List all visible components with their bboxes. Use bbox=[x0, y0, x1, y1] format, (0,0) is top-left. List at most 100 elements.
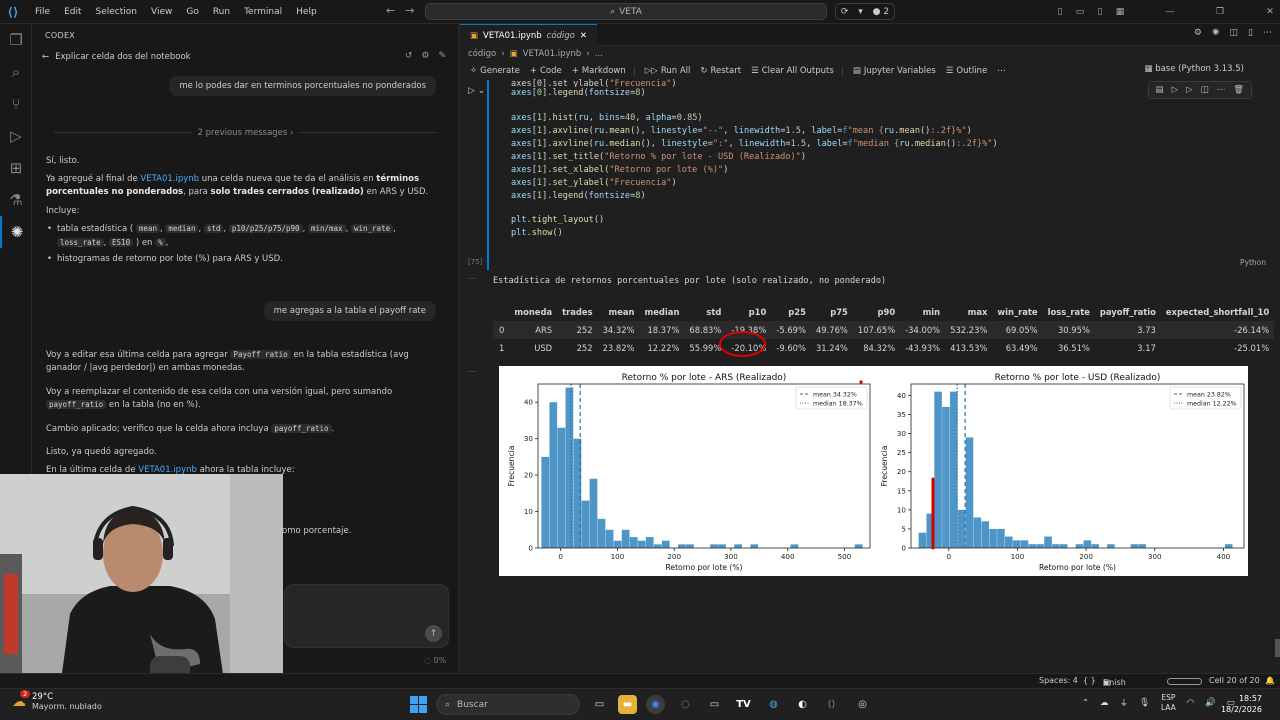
run-debug-icon[interactable]: ▷ bbox=[0, 120, 32, 152]
output-actions-icon[interactable]: ⋯ bbox=[468, 367, 476, 376]
file-explorer-icon[interactable]: ▬ bbox=[618, 695, 637, 714]
weather-widget[interactable]: ☁ 2 29°C Mayorm. nublado bbox=[12, 690, 102, 711]
tab-veta01[interactable]: ▣ VETA01.ipynb código ✕ bbox=[460, 24, 598, 46]
add-markdown-button[interactable]: + Markdown bbox=[572, 66, 626, 76]
send-button[interactable]: ↑ bbox=[425, 625, 442, 642]
task-view-icon[interactable]: ▭ bbox=[590, 695, 609, 714]
breadcrumb-folder[interactable]: código bbox=[468, 49, 496, 59]
menu-help[interactable]: Help bbox=[289, 7, 324, 17]
run-cell-button[interactable]: ▷ ⌄ bbox=[468, 86, 485, 96]
breadcrumb-more[interactable]: ... bbox=[595, 49, 603, 59]
history-icon[interactable]: ↺ bbox=[405, 51, 413, 61]
edge-icon[interactable]: ◐ bbox=[793, 695, 812, 714]
more-actions-icon[interactable]: ⋯ bbox=[1263, 28, 1272, 38]
language-braces-status[interactable]: { } bbox=[1083, 676, 1096, 685]
outline-button[interactable]: ☰ Outline bbox=[946, 66, 987, 76]
split-editor-icon[interactable]: ▯ bbox=[1248, 28, 1253, 38]
menu-run[interactable]: Run bbox=[206, 7, 237, 17]
back-arrow-icon[interactable]: ← bbox=[42, 52, 49, 62]
menu-selection[interactable]: Selection bbox=[89, 7, 144, 17]
code-line[interactable]: axes[1].hist(ru, bins=40, alpha=0.85) bbox=[511, 113, 703, 123]
breadcrumb-file[interactable]: VETA01.ipynb bbox=[523, 49, 582, 59]
code-line[interactable]: axes[1].axvline(ru.mean(), linestyle="--… bbox=[511, 126, 972, 136]
code-line[interactable]: axes[1].axvline(ru.median(), linestyle="… bbox=[511, 139, 998, 149]
layout-icon[interactable]: ▦ bbox=[1110, 7, 1130, 17]
usb-icon[interactable]: ⏚ bbox=[1120, 697, 1129, 709]
app-icon[interactable]: ◎ bbox=[853, 695, 872, 714]
microphone-icon[interactable]: 🎙 bbox=[1139, 698, 1150, 708]
back-arrow-icon[interactable]: ← bbox=[386, 4, 405, 17]
indentation-status[interactable]: Spaces: 4 bbox=[1039, 676, 1078, 685]
more-actions-icon[interactable]: ⋯ bbox=[1217, 85, 1226, 95]
language-indicator[interactable]: ESP LAA bbox=[1161, 693, 1176, 713]
forward-arrow-icon[interactable]: → bbox=[405, 4, 424, 17]
toggle-panel-icon[interactable]: ▭ bbox=[1070, 7, 1090, 17]
jupyter-variables-button[interactable]: ▤ Jupyter Variables bbox=[853, 66, 936, 76]
taskbar-search[interactable]: ⌕ Buscar bbox=[436, 694, 580, 715]
run-all-button[interactable]: ▷▷ Run All bbox=[645, 66, 691, 76]
add-code-button[interactable]: + Code bbox=[530, 66, 562, 76]
copilot-button[interactable]: ⟳ ▾ ● 2 bbox=[835, 3, 895, 20]
code-line[interactable]: axes[1].set_xlabel("Retorno por lote (%)… bbox=[511, 165, 728, 175]
execute-below-icon[interactable]: ▷ bbox=[1186, 85, 1193, 95]
scrollbar-thumb[interactable] bbox=[1275, 639, 1280, 657]
copilot-icon[interactable]: ✺ bbox=[1212, 28, 1220, 38]
generate-button[interactable]: ✧ Generate bbox=[470, 66, 520, 76]
menu-terminal[interactable]: Terminal bbox=[237, 7, 289, 17]
cloud-icon[interactable]: ☁ bbox=[1100, 698, 1109, 708]
menu-edit[interactable]: Edit bbox=[57, 7, 88, 17]
code-line[interactable]: axes[1].legend(fontsize=8) bbox=[511, 191, 646, 201]
kernel-picker[interactable]: ▦ base (Python 3.13.5) bbox=[1144, 64, 1244, 74]
close-icon[interactable]: ✕ bbox=[1260, 7, 1280, 17]
restart-button[interactable]: ↻ Restart bbox=[700, 66, 741, 76]
codex-icon[interactable]: ✺ bbox=[0, 216, 32, 248]
split-cell-icon[interactable]: ◫ bbox=[1201, 85, 1209, 95]
notifications-bell-icon[interactable]: 🔔 bbox=[1265, 676, 1275, 685]
output-actions-icon[interactable]: ⋯ bbox=[468, 274, 476, 283]
explorer-icon[interactable]: ❐ bbox=[0, 24, 32, 56]
app-icon[interactable]: ◌ bbox=[676, 695, 695, 714]
more-actions-icon[interactable]: ⋯ bbox=[997, 66, 1006, 76]
cell-language[interactable]: Python bbox=[1240, 258, 1266, 267]
restore-icon[interactable]: ❐ bbox=[1210, 7, 1230, 17]
notebook-link[interactable]: VETA01.ipynb bbox=[140, 174, 199, 184]
toggle-sidebar-icon[interactable]: ▯ bbox=[1050, 7, 1070, 17]
cell-position-status[interactable]: Cell 20 of 20 bbox=[1209, 676, 1260, 685]
run-by-line-icon[interactable]: ▤ bbox=[1156, 85, 1164, 95]
source-control-icon[interactable]: ⑂ bbox=[0, 88, 32, 120]
tradingview-icon[interactable]: TV bbox=[734, 695, 753, 714]
show-hidden-icons[interactable]: ⌃ bbox=[1082, 698, 1089, 708]
clock[interactable]: 18:57 18/2/2026 bbox=[1221, 693, 1262, 715]
extensions-icon[interactable]: ⊞ bbox=[0, 152, 32, 184]
code-line[interactable]: plt.tight_layout() bbox=[511, 215, 604, 225]
start-button[interactable] bbox=[410, 696, 427, 713]
new-chat-icon[interactable]: ✎ bbox=[438, 51, 446, 61]
settings-gear-icon[interactable]: ⚙ bbox=[1194, 28, 1202, 38]
chrome-icon[interactable]: ◉ bbox=[646, 695, 665, 714]
code-line[interactable]: axes[0].set_ylabel("Frecuencia") bbox=[511, 79, 677, 87]
execute-above-icon[interactable]: ▷ bbox=[1172, 85, 1179, 95]
menu-file[interactable]: File bbox=[28, 7, 57, 17]
minimize-icon[interactable]: — bbox=[1160, 7, 1180, 17]
terminal-icon[interactable]: ▭ bbox=[705, 695, 724, 714]
testing-icon[interactable]: ⚗ bbox=[0, 184, 32, 216]
command-center-search[interactable]: ⌕ VETA bbox=[425, 3, 827, 20]
clear-outputs-button[interactable]: ☰ Clear All Outputs bbox=[751, 66, 834, 76]
code-line[interactable]: axes[1].set_ylabel("Frecuencia") bbox=[511, 178, 677, 188]
code-line[interactable]: plt.show() bbox=[511, 228, 563, 238]
app-icon[interactable]: ◍ bbox=[764, 695, 783, 714]
code-line[interactable]: axes[1].set_title("Retorno % por lote - … bbox=[511, 152, 806, 162]
settings-gear-icon[interactable]: ⚙ bbox=[421, 51, 429, 61]
chat-input[interactable] bbox=[284, 584, 449, 648]
menu-go[interactable]: Go bbox=[179, 7, 205, 17]
wifi-icon[interactable]: ◠ bbox=[1187, 698, 1194, 708]
vscode-icon[interactable]: ⟨⟩ bbox=[822, 695, 841, 714]
code-line[interactable]: axes[0].legend(fontsize=8) bbox=[511, 88, 646, 98]
search-icon[interactable]: ⌕ bbox=[0, 56, 32, 88]
close-tab-icon[interactable]: ✕ bbox=[580, 31, 587, 41]
menu-view[interactable]: View bbox=[144, 7, 179, 17]
split-editor-icon[interactable]: ◫ bbox=[1230, 28, 1239, 38]
previous-messages-toggle[interactable]: 2 previous messages › bbox=[32, 128, 459, 138]
toggle-secondary-sidebar-icon[interactable]: ▯ bbox=[1090, 7, 1110, 17]
chevron-down-icon[interactable]: ⌄ bbox=[478, 86, 486, 96]
